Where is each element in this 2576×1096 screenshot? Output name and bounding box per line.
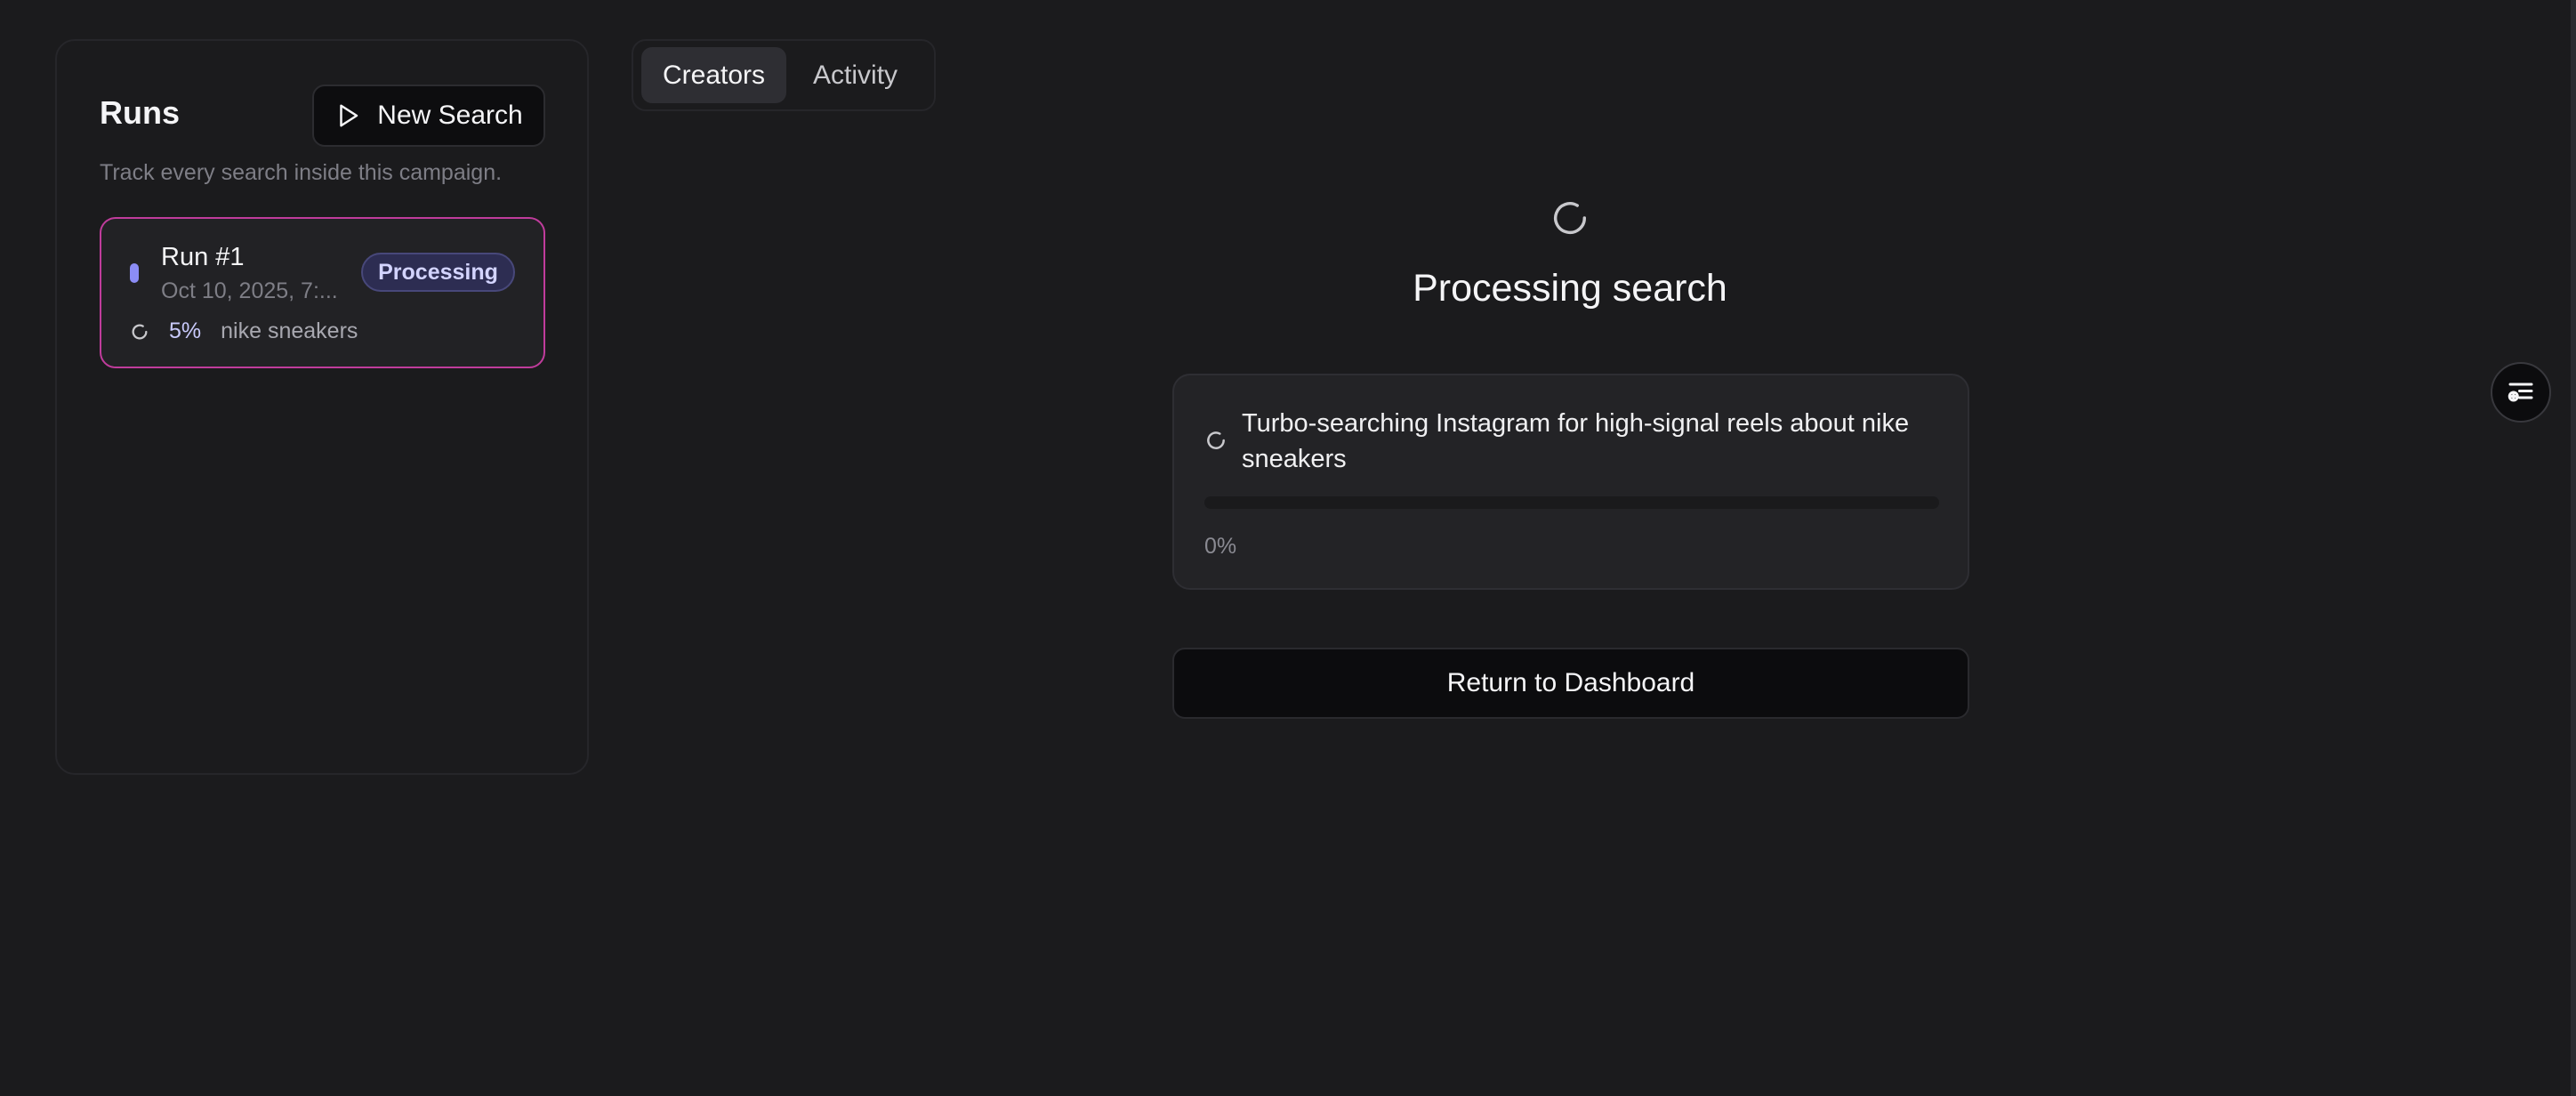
run-name: Run #1: [161, 243, 245, 271]
runs-title: Runs: [100, 94, 180, 131]
run-card-1[interactable]: Run #1 Oct 10, 2025, 7:... Processing 5%…: [100, 217, 545, 368]
play-icon: [340, 104, 358, 127]
window-edge: [2571, 0, 2576, 1096]
run-progress-percent: 5%: [169, 318, 202, 343]
loading-spinner-icon: [1207, 431, 1225, 449]
loading-spinner-icon: [1554, 202, 1587, 235]
tab-creators[interactable]: Creators: [641, 47, 787, 103]
view-tabs: Creators Activity: [632, 39, 936, 111]
runs-sidebar: Runs New Search Track every search insid…: [55, 39, 589, 775]
progress-percent: 0%: [1204, 534, 1237, 559]
tab-activity[interactable]: Activity: [792, 47, 919, 103]
new-search-button[interactable]: New Search: [312, 85, 545, 147]
filter-list-icon: [2508, 383, 2533, 402]
return-to-dashboard-button[interactable]: Return to Dashboard: [1172, 648, 1969, 719]
runs-subtitle: Track every search inside this campaign.: [100, 160, 503, 185]
run-status-indicator: [130, 263, 139, 283]
progress-bar: [1204, 496, 1939, 509]
status-badge: Processing: [361, 253, 515, 292]
processing-title: Processing search: [1413, 267, 1727, 310]
run-progress: 5% nike sneakers: [130, 318, 358, 344]
run-query: nike sneakers: [221, 318, 358, 343]
status-message: Turbo-searching Instagram for high-signa…: [1242, 409, 1910, 473]
run-date: Oct 10, 2025, 7:...: [161, 278, 338, 303]
search-status-card: Turbo-searching Instagram for high-signa…: [1172, 374, 1969, 590]
filter-list-button[interactable]: [2491, 362, 2551, 423]
loading-spinner-icon: [132, 324, 148, 339]
new-search-label: New Search: [377, 101, 523, 130]
